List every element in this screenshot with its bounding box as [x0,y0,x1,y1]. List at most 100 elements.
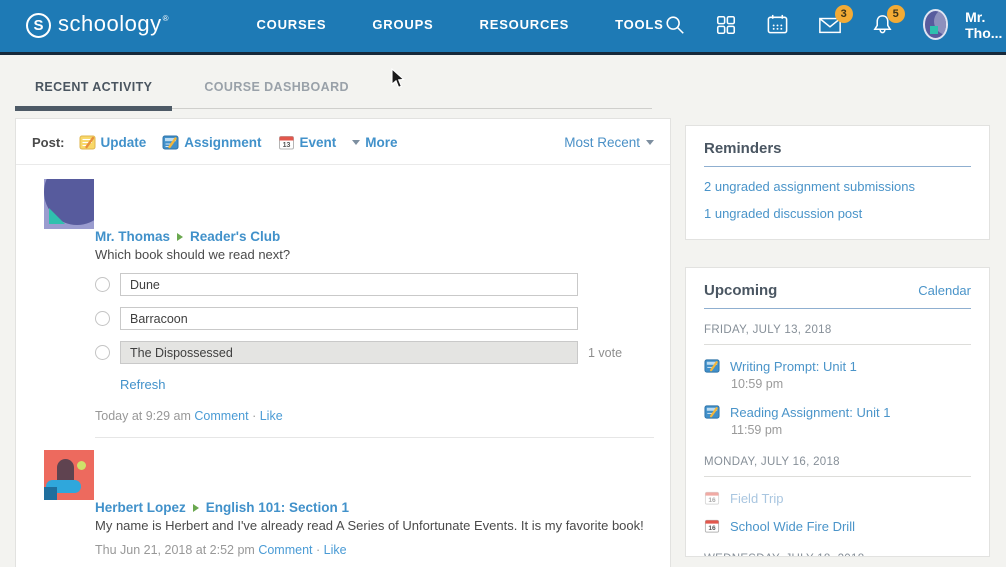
date-header-wednesday: WEDNESDAY, JULY 18, 2018 [704,553,971,557]
herbert-post-text: My name is Herbert and I've already read… [95,518,654,533]
user-menu-name[interactable]: Mr. Tho... [965,9,1006,41]
upcoming-title: Upcoming [704,282,777,299]
poll-post: Mr. Thomas Reader's Club Which book shou… [16,165,670,438]
right-sidebar: Reminders 2 ungraded assignment submissi… [685,125,990,557]
reminders-card: Reminders 2 ungraded assignment submissi… [685,125,990,240]
nav-resources[interactable]: RESOURCES [480,17,570,32]
course-link-english-101[interactable]: English 101: Section 1 [206,500,349,515]
home-tabs: RECENT ACTIVITY COURSE DASHBOARD [15,68,652,109]
post-event-label: Event [300,135,337,150]
navbar-icons: 3 5 Mr. Tho... [664,9,1006,41]
like-link[interactable]: Like [324,543,347,557]
avatar-art [77,461,86,470]
mouse-cursor [391,68,405,89]
poll-row: Barracoon [95,307,654,330]
post-assignment-label: Assignment [184,135,261,150]
calendar-icon[interactable] [766,13,789,37]
assignment-icon [704,404,720,420]
poll-option-barracoon[interactable]: Barracoon [120,307,578,330]
search-icon[interactable] [664,13,686,37]
upcoming-event: 16 Field Trip [704,490,971,506]
post-assignment-button[interactable]: Assignment [162,134,261,151]
event-link-fire-drill[interactable]: School Wide Fire Drill [730,519,855,534]
reminder-ungraded-assignments-link[interactable]: 2 ungraded assignment submissions [704,179,971,194]
calendar-day-icon: 16 [704,518,720,534]
poll-vote-count: 1 vote [588,346,622,360]
post-more-button[interactable]: More [352,135,397,150]
more-dropdown-icon [352,140,360,145]
post-event-button[interactable]: 13 Event [278,134,337,151]
apps-grid-icon[interactable] [715,13,737,37]
registered-mark: ® [163,14,169,23]
poll-row: Dune [95,273,654,296]
messages-icon[interactable]: 3 [818,13,842,37]
poll-radio-barracoon[interactable] [95,311,110,326]
poll-question: Which book should we read next? [95,247,654,262]
poll-post-title: Mr. Thomas Reader's Club [95,229,654,244]
author-link-mr-thomas[interactable]: Mr. Thomas [95,229,170,244]
event-link-field-trip[interactable]: Field Trip [730,491,783,506]
main-nav: COURSES GROUPS RESOURCES TOOLS [256,17,663,32]
poll-radio-dispossessed[interactable] [95,345,110,360]
svg-text:16: 16 [708,525,716,532]
post-update-label: Update [101,135,147,150]
post-update-button[interactable]: Update [79,134,147,151]
reminders-header: Reminders [704,140,971,167]
nav-groups[interactable]: GROUPS [372,17,433,32]
tab-course-dashboard[interactable]: COURSE DASHBOARD [184,68,369,108]
comment-link[interactable]: Comment [258,543,312,557]
poll-row: The Dispossessed 1 vote [95,341,654,364]
post-toolbar: Post: Update Assignment 13 Event More Mo… [16,119,670,165]
post-label: Post: [32,135,65,150]
update-icon [79,134,96,151]
date-header-friday: FRIDAY, JULY 13, 2018 [704,324,971,345]
assignment-icon [162,134,179,151]
logo-text: schoology [58,11,162,37]
post-more-label: More [365,135,397,150]
upcoming-header: Upcoming Calendar [704,282,971,309]
sort-dropdown[interactable]: Most Recent [564,135,654,150]
comment-link[interactable]: Comment [194,409,248,423]
activity-feed-card: Post: Update Assignment 13 Event More Mo… [15,118,671,567]
tab-recent-activity[interactable]: RECENT ACTIVITY [15,68,172,108]
poll-post-meta: Today at 9:29 am Comment · Like [95,409,654,423]
event-link-reading-assignment[interactable]: Reading Assignment: Unit 1 [730,405,890,420]
schoology-logo-icon: S [26,13,51,38]
course-link-readers-club[interactable]: Reader's Club [190,229,280,244]
event-time: 10:59 pm [731,377,971,391]
like-link[interactable]: Like [260,409,283,423]
herbert-post-body: Herbert Lopez English 101: Section 1 My … [95,500,654,557]
schoology-home-screen: S schoology ® COURSES GROUPS RESOURCES T… [0,0,1006,567]
herbert-post-meta: Thu Jun 21, 2018 at 2:52 pm Comment · Li… [95,543,654,557]
user-avatar[interactable] [923,9,948,40]
nav-courses[interactable]: COURSES [256,17,326,32]
reminder-ungraded-discussion-link[interactable]: 1 ungraded discussion post [704,206,971,221]
nav-tools[interactable]: TOOLS [615,17,664,32]
avatar-art [930,26,938,34]
dot-separator: · [252,409,256,423]
sort-chevron-down-icon [646,140,654,145]
notifications-badge: 5 [887,5,905,23]
breadcrumb-arrow-icon [193,504,199,512]
schoology-logo[interactable]: S schoology ® [26,11,168,38]
herbert-lopez-avatar[interactable] [44,450,94,500]
poll-option-dune[interactable]: Dune [120,273,578,296]
poll-refresh-link[interactable]: Refresh [120,377,166,392]
upcoming-card: Upcoming Calendar FRIDAY, JULY 13, 2018 … [685,267,990,557]
post-timestamp: Today at 9:29 am [95,409,191,423]
poll-option-dispossessed[interactable]: The Dispossessed [120,341,578,364]
assignment-icon [704,358,720,374]
notifications-bell-icon[interactable]: 5 [871,13,894,37]
svg-text:13: 13 [282,142,290,149]
herbert-post-title: Herbert Lopez English 101: Section 1 [95,500,654,515]
herbert-post: Herbert Lopez English 101: Section 1 My … [16,438,670,567]
poll-radio-dune[interactable] [95,277,110,292]
avatar-art [44,487,57,500]
mr-thomas-avatar[interactable] [44,179,94,229]
event-time: 11:59 pm [731,423,971,437]
event-link-writing-prompt[interactable]: Writing Prompt: Unit 1 [730,359,857,374]
calendar-link[interactable]: Calendar [918,283,971,298]
poll-options: Dune Barracoon The Dispossessed 1 vote [95,273,654,364]
author-link-herbert-lopez[interactable]: Herbert Lopez [95,500,186,515]
upcoming-event: 16 School Wide Fire Drill [704,518,971,534]
